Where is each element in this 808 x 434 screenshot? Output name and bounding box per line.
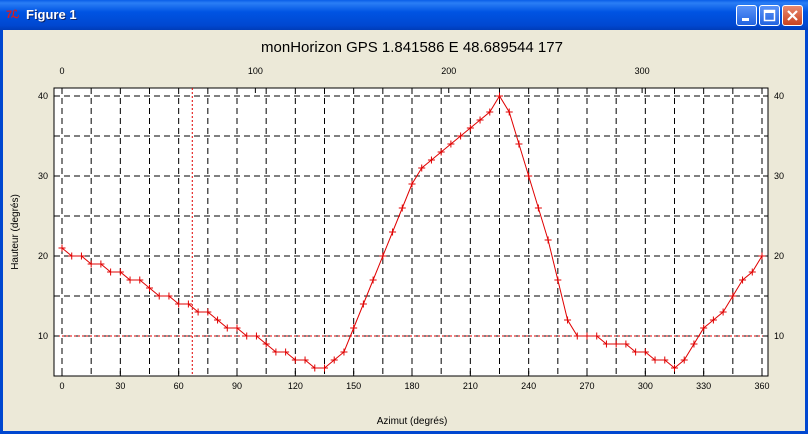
- y-tick-label-right: 20: [774, 251, 784, 261]
- x-tick-label: 270: [579, 381, 594, 391]
- y-axis-label: Hauteur (degrés): [10, 194, 21, 270]
- x-axis-label: Azimut (degrés): [377, 416, 448, 427]
- y-tick-label-right: 40: [774, 91, 784, 101]
- maximize-icon: [763, 9, 776, 22]
- x-tick-label: 360: [754, 381, 769, 391]
- x-tick-label: 120: [288, 381, 303, 391]
- x-tick-label: 90: [232, 381, 242, 391]
- top-x-tick-label: 100: [248, 66, 263, 76]
- x-tick-label: 300: [638, 381, 653, 391]
- minimize-button[interactable]: [736, 5, 757, 26]
- x-tick-label: 0: [59, 381, 64, 391]
- x-tick-label: 330: [696, 381, 711, 391]
- chart-title: monHorizon GPS 1.841586 E 48.689544 177: [261, 39, 563, 56]
- window-title: Figure 1: [26, 7, 77, 22]
- title-bar[interactable]: 7ℒ Figure 1: [0, 0, 808, 30]
- figure-canvas: monHorizon GPS 1.841586 E 48.689544 177 …: [10, 39, 784, 427]
- y-tick-label: 10: [38, 331, 48, 341]
- x-tick-label: 210: [463, 381, 478, 391]
- maximize-button[interactable]: [759, 5, 780, 26]
- top-x-tick-label: 0: [59, 66, 64, 76]
- y-tick-label: 30: [38, 171, 48, 181]
- y-tick-label-right: 30: [774, 171, 784, 181]
- figure-app-icon[interactable]: 7ℒ: [6, 8, 22, 22]
- x-tick-label: 240: [521, 381, 536, 391]
- close-icon: [787, 10, 798, 21]
- close-button[interactable]: [782, 5, 803, 26]
- x-tick-label: 60: [174, 381, 184, 391]
- minimize-icon: [742, 18, 749, 21]
- top-x-tick-label: 300: [635, 66, 650, 76]
- y-tick-label: 20: [38, 251, 48, 261]
- y-tick-label: 40: [38, 91, 48, 101]
- x-tick-label: 30: [115, 381, 125, 391]
- y-tick-label-right: 10: [774, 331, 784, 341]
- x-tick-label: 150: [346, 381, 361, 391]
- plot-area: [53, 87, 769, 377]
- x-tick-label: 180: [404, 381, 419, 391]
- top-x-tick-label: 200: [441, 66, 456, 76]
